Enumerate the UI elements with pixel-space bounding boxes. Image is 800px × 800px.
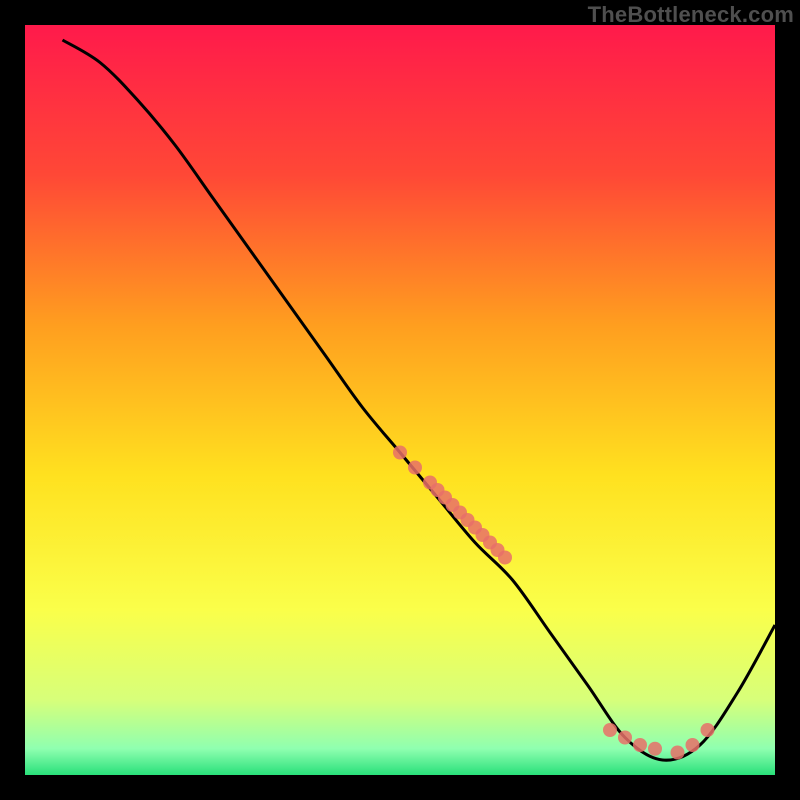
gradient-background <box>25 25 775 775</box>
marker-point <box>648 742 662 756</box>
chart-stage: TheBottleneck.com <box>0 0 800 800</box>
marker-point <box>393 446 407 460</box>
marker-point <box>618 731 632 745</box>
chart-svg <box>25 25 775 775</box>
marker-point <box>633 738 647 752</box>
marker-point <box>701 723 715 737</box>
marker-point <box>498 551 512 565</box>
marker-point <box>686 738 700 752</box>
marker-point <box>603 723 617 737</box>
marker-point <box>671 746 685 760</box>
plot-area <box>25 25 775 775</box>
marker-point <box>408 461 422 475</box>
